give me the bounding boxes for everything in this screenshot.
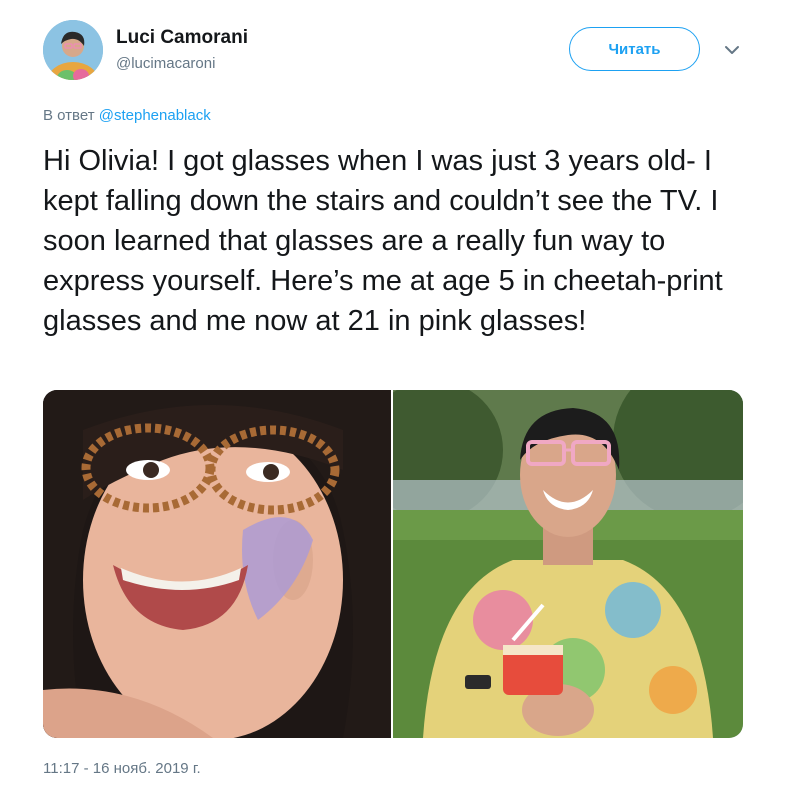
tweet-text: Hi Olivia! I got glasses when I was just… <box>43 145 723 337</box>
tweet-media[interactable] <box>43 390 743 738</box>
reply-prefix: В ответ <box>43 107 95 124</box>
author-handle[interactable]: @lucimacaroni <box>116 55 215 72</box>
avatar[interactable] <box>43 20 103 80</box>
chevron-down-icon[interactable] <box>723 43 741 57</box>
tweet-timestamp[interactable]: 11:17 - 16 нояб. 2019 г. <box>43 760 201 777</box>
photo-child-glasses[interactable] <box>43 390 391 738</box>
photo-adult-glasses[interactable] <box>393 390 743 738</box>
reply-to-link[interactable]: @stephenablack <box>99 107 211 124</box>
follow-button[interactable]: Читать <box>569 27 700 71</box>
avatar-image <box>43 20 103 80</box>
author-display-name[interactable]: Luci Camorani <box>116 27 248 49</box>
reply-context: В ответ @stephenablack <box>43 107 211 124</box>
